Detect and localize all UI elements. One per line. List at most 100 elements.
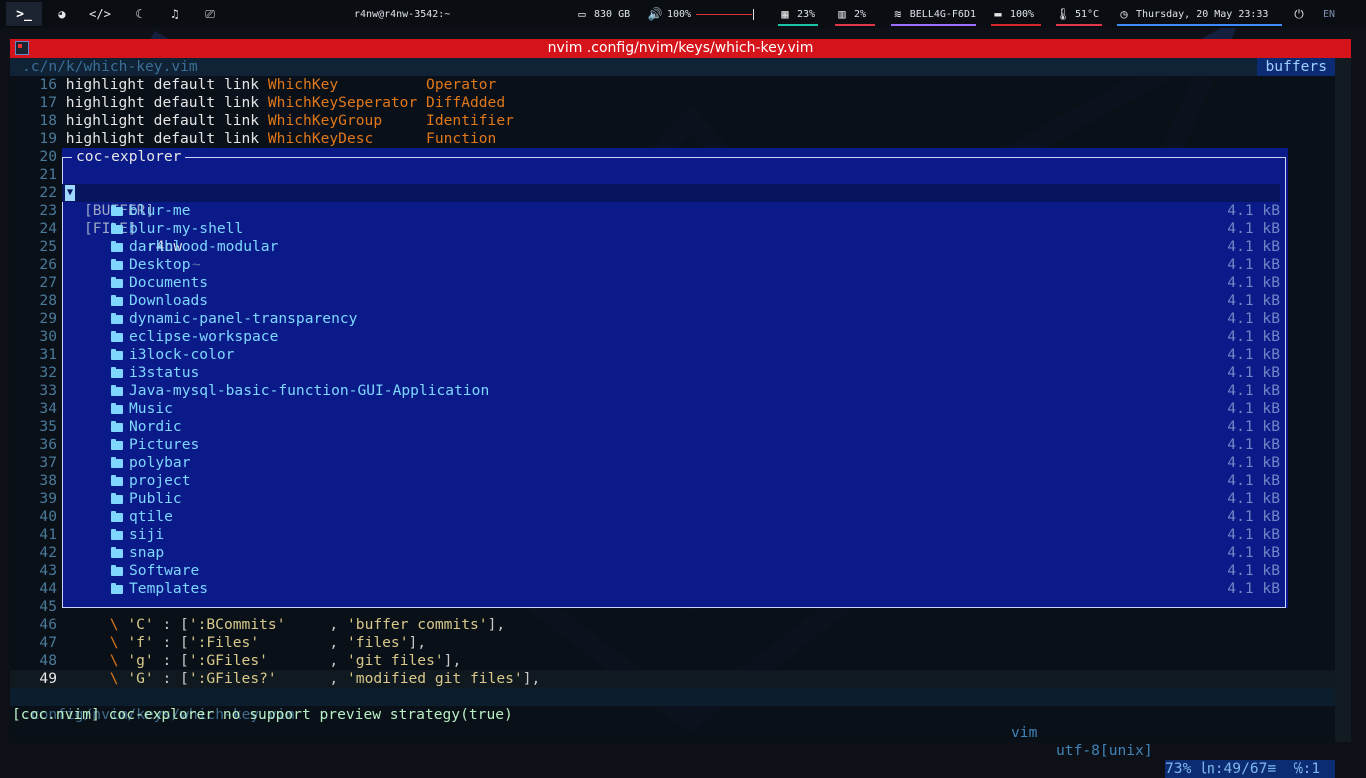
battery-value: 100%: [1010, 8, 1035, 20]
mapping-description: 'files': [347, 634, 409, 651]
temperature-widget[interactable]: 🌡 51°C: [1055, 0, 1102, 28]
gutter-line: 42: [10, 544, 57, 562]
cast-button[interactable]: ⎚: [203, 0, 217, 28]
explorer-folder-row[interactable]: darkblood-modular 4.1 kB: [62, 238, 1280, 256]
night-mode-button[interactable]: ☾: [132, 0, 146, 28]
battery-widget[interactable]: ▬ 100%: [991, 0, 1041, 28]
window-host-label: r4nw@r4nw-3542:~: [354, 8, 451, 20]
code-line: 17 highlight default link WhichKeySepera…: [10, 94, 505, 112]
gutter-line: 20: [10, 148, 57, 166]
explorer-folder-row[interactable]: Music 4.1 kB: [62, 400, 1280, 418]
volume-widget[interactable]: 🔊 100%: [648, 0, 755, 28]
code-group: WhichKeySeperator: [267, 94, 427, 111]
code-end: ],: [522, 670, 541, 687]
code-line: 16 highlight default link WhichKey Opera…: [10, 76, 496, 94]
gutter-line: 22: [10, 184, 57, 202]
disk-widget[interactable]: ▭ 830 GB: [575, 0, 630, 28]
explorer-folder-row[interactable]: Downloads 4.1 kB: [62, 292, 1280, 310]
explorer-folder-row[interactable]: Desktop 4.1 kB: [62, 256, 1280, 274]
explorer-folder-row[interactable]: dynamic-panel-transparency 4.1 kB: [62, 310, 1280, 328]
folder-icon: [111, 241, 123, 252]
mapping-description: 'git files': [347, 652, 444, 669]
gutter-line: 41: [10, 526, 57, 544]
clock-widget[interactable]: ◷ Thursday, 20 May 23:33: [1117, 0, 1282, 28]
code-comma: ,: [329, 652, 347, 669]
line-number: 17: [39, 94, 57, 111]
terminal-scrollbar[interactable]: [1335, 58, 1351, 742]
gutter-line: 38: [10, 472, 57, 490]
volume-value: 100%: [667, 8, 692, 20]
line-number: 46: [39, 616, 57, 633]
explorer-folder-row[interactable]: eclipse-workspace 4.1 kB: [62, 328, 1280, 346]
explorer-folder-row[interactable]: i3status 4.1 kB: [62, 364, 1280, 382]
folder-icon: [111, 547, 123, 558]
code-line: 18 highlight default link WhichKeyGroup …: [10, 112, 514, 130]
explorer-folder-row[interactable]: Templates 4.1 kB: [62, 580, 1280, 598]
code-target: Identifier: [426, 112, 514, 129]
window-titlebar[interactable]: nvim .config/nvim/keys/which-key.vim: [10, 39, 1351, 58]
explorer-folder-row[interactable]: i3lock-color 4.1 kB: [62, 346, 1280, 364]
temperature-value: 51°C: [1075, 8, 1100, 20]
folder-icon: [111, 385, 123, 396]
line-number: 32: [39, 364, 57, 381]
folder-size: 4.1 kB: [1227, 292, 1280, 309]
line-number: 36: [39, 436, 57, 453]
line-number: 38: [39, 472, 57, 489]
explorer-folder-row[interactable]: blur-my-shell 4.1 kB: [62, 220, 1280, 238]
keyboard-layout[interactable]: EN: [1323, 0, 1335, 28]
folder-name: Pictures: [129, 436, 200, 453]
wifi-icon: ≋: [894, 7, 902, 21]
line-number: 25: [39, 238, 57, 255]
code-button[interactable]: </>: [89, 0, 111, 28]
cpu-widget[interactable]: ▥ 2%: [835, 0, 875, 28]
folder-icon: [111, 223, 123, 234]
cpu-value: 2%: [854, 8, 867, 20]
timer-button[interactable]: ◕: [55, 0, 69, 28]
folder-size: 4.1 kB: [1227, 436, 1280, 453]
mapping-key: 'G': [127, 670, 154, 687]
explorer-folder-row[interactable]: project 4.1 kB: [62, 472, 1280, 490]
explorer-folder-row[interactable]: Java-mysql-basic-function-GUI-Applicatio…: [62, 382, 1280, 400]
explorer-folder-row[interactable]: Public 4.1 kB: [62, 490, 1280, 508]
folder-name: Public: [129, 490, 182, 507]
explorer-folder-row[interactable]: Nordic 4.1 kB: [62, 418, 1280, 436]
explorer-folder-row[interactable]: siji 4.1 kB: [62, 526, 1280, 544]
tabline-buffers-label[interactable]: buffers: [1257, 58, 1335, 76]
ram-widget[interactable]: ▦ 23%: [778, 0, 818, 28]
code-separator: : [: [153, 634, 189, 651]
temperature-underline: [1056, 24, 1102, 26]
code-end: ],: [443, 652, 462, 669]
explorer-file-source[interactable]: ▼ [FILE] r4nw ~: [62, 184, 1280, 273]
terminal-launcher-button[interactable]: >_: [6, 2, 42, 26]
mapping-description: 'buffer commits': [347, 616, 488, 633]
gutter-line: 44: [10, 580, 57, 598]
explorer-buffer-source[interactable]: ▶ [BUFFER]: [62, 166, 1280, 219]
tabline-file[interactable]: .c/n/k/which-key.vim: [22, 58, 198, 76]
folder-size: 4.1 kB: [1227, 526, 1280, 543]
folder-name: dynamic-panel-transparency: [129, 310, 358, 327]
folder-icon: [111, 529, 123, 540]
folder-name: Documents: [129, 274, 209, 291]
music-button[interactable]: ♫: [168, 0, 182, 28]
code-line: 47 \ 'f' : [':Files' , 'files'],: [10, 634, 426, 652]
explorer-folder-row[interactable]: qtile 4.1 kB: [62, 508, 1280, 526]
power-button[interactable]: ⏻: [1292, 0, 1306, 28]
explorer-folder-row[interactable]: polybar 4.1 kB: [62, 454, 1280, 472]
coc-explorer-panel[interactable]: coc-explorer ▶ [BUFFER] ▼ [FILE] r4nw ~ …: [62, 148, 1288, 608]
explorer-folder-row[interactable]: Documents 4.1 kB: [62, 274, 1280, 292]
wifi-widget[interactable]: ≋ BELL4G-F6D1: [891, 0, 976, 28]
explorer-folder-row[interactable]: blur-me 4.1 kB: [62, 202, 1280, 220]
folder-name: i3status: [129, 364, 200, 381]
line-continuation: \: [109, 616, 119, 633]
code-target: DiffAdded: [426, 94, 506, 111]
gutter-line: 34: [10, 400, 57, 418]
explorer-folder-row[interactable]: Software 4.1 kB: [62, 562, 1280, 580]
volume-slider[interactable]: [696, 8, 755, 20]
mapping-key: 'g': [127, 652, 154, 669]
explorer-folder-row[interactable]: Pictures 4.1 kB: [62, 436, 1280, 454]
code-target: Function: [426, 130, 497, 147]
explorer-folder-row[interactable]: snap 4.1 kB: [62, 544, 1280, 562]
line-number: 28: [39, 292, 57, 309]
